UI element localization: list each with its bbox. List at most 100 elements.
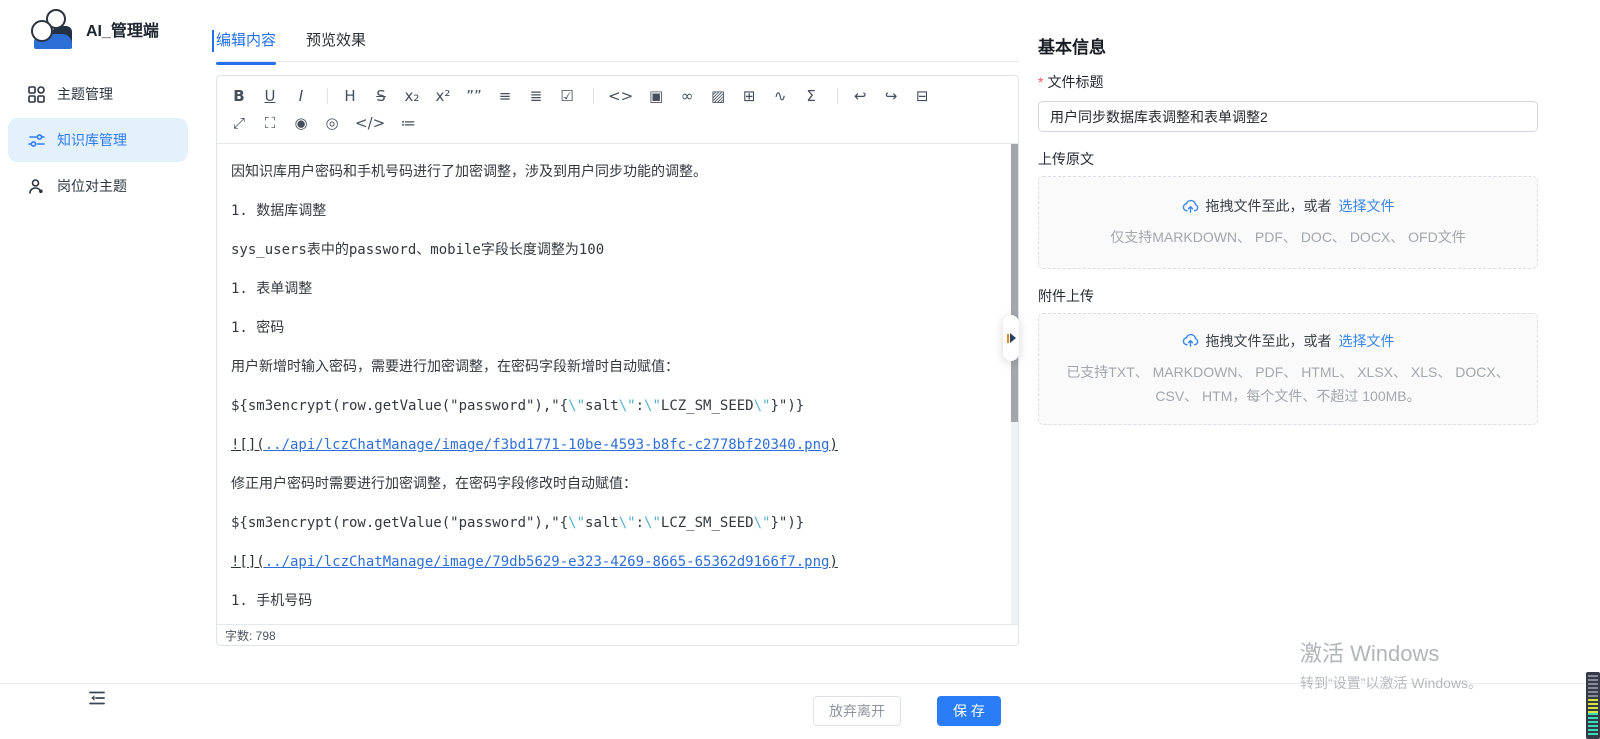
sidebar-item-label: 岗位对主题 bbox=[57, 176, 127, 196]
collapse-sidebar-icon[interactable] bbox=[88, 690, 107, 706]
task-list-icon[interactable]: ☑ bbox=[559, 85, 575, 107]
upload-attachment-hint: 已支持TXT、 MARKDOWN、 PDF、 HTML、 XLSX、 XLS、 … bbox=[1039, 360, 1537, 408]
outline-icon[interactable]: ≔ bbox=[400, 112, 416, 134]
editor-text-segment: \" bbox=[754, 398, 771, 414]
save-icon[interactable]: ⊟ bbox=[914, 85, 930, 107]
tab-label: 预览效果 bbox=[306, 32, 366, 49]
table-icon[interactable]: ⊞ bbox=[741, 85, 757, 107]
underline-icon[interactable]: U bbox=[262, 85, 278, 107]
editor-text-segment: salt bbox=[585, 398, 619, 414]
editor-line[interactable]: 1. 密码 bbox=[231, 309, 988, 348]
tab-edit-content[interactable]: 编辑内容 bbox=[216, 25, 276, 61]
editor-text-segment: }")} bbox=[770, 515, 804, 531]
link-icon[interactable]: ∞ bbox=[679, 85, 695, 107]
editor-line[interactable]: ![](../api/lczChatManage/image/79db5629-… bbox=[231, 543, 988, 582]
tab-preview-effect[interactable]: 预览效果 bbox=[306, 25, 366, 61]
nodes-icon bbox=[28, 132, 45, 149]
blockquote-icon[interactable]: ”” bbox=[466, 85, 482, 107]
editor-text-segment: ![]( bbox=[231, 437, 265, 453]
editor-text-segment: LCZ_SM_SEED bbox=[661, 515, 754, 531]
app-logo bbox=[30, 8, 76, 50]
fullscreen-icon[interactable]: ⛶ bbox=[262, 112, 278, 134]
editor-line[interactable]: 1. 手机号码 bbox=[231, 582, 988, 621]
markdown-image-link[interactable]: ../api/lczChatManage/image/79db5629-e323… bbox=[265, 554, 830, 570]
sidebar-item-post-topic-mapping[interactable]: 岗位对主题 bbox=[8, 164, 188, 208]
discard-button[interactable]: 放弃离开 bbox=[813, 696, 901, 726]
editor-toolbar: BUI HSx₂ x² ”” ≡ ≣ ☑ <> ▣ ∞ ▨ ⊞ ∿ Σ ↩ ↪ ⊟ ⤢ ⛶ ◉ ◎ </> ≔ bbox=[217, 76, 1018, 144]
word-count: 字数: 798 bbox=[217, 624, 1018, 648]
footer-buttons: 放弃离开 保 存 bbox=[813, 696, 1001, 726]
editor-text-segment: LCZ_SM_SEED bbox=[661, 398, 754, 414]
toolbar-row-2: ⤢ ⛶ ◉ ◎ </> ≔ bbox=[231, 112, 1004, 134]
editor-scrollbar-thumb[interactable] bbox=[1011, 144, 1018, 422]
editor-line[interactable]: 因知识库用户密码和手机号码进行了加密调整，涉及到用户同步功能的调整。 bbox=[231, 153, 988, 192]
select-file-link[interactable]: 选择文件 bbox=[1339, 331, 1395, 351]
redo-icon[interactable]: ↪ bbox=[883, 85, 899, 107]
bold-icon[interactable]: B bbox=[231, 85, 247, 107]
upload-drag-text: 拖拽文件至此，或者 bbox=[1206, 196, 1332, 216]
subscript-icon[interactable]: x₂ bbox=[404, 85, 420, 107]
strikethrough-icon[interactable]: S bbox=[373, 85, 389, 107]
upload-attachment-dropzone[interactable]: 拖拽文件至此，或者 选择文件 已支持TXT、 MARKDOWN、 PDF、 HT… bbox=[1038, 313, 1538, 425]
editor-line[interactable]: 用户新增时输入密码，需要进行加密调整，在密码字段新增时自动赋值： bbox=[231, 348, 988, 387]
ordered-list-icon[interactable]: ≣ bbox=[528, 85, 544, 107]
upload-drag-text: 拖拽文件至此，或者 bbox=[1206, 331, 1332, 351]
toolbar-row-1: BUI HSx₂ x² ”” ≡ ≣ ☑ <> ▣ ∞ ▨ ⊞ ∿ Σ ↩ ↪ ⊟ bbox=[231, 85, 1004, 107]
editor-line[interactable]: sys_users表中的password、mobile字段长度调整为100 bbox=[231, 231, 988, 270]
toolbar-divider bbox=[327, 88, 328, 104]
editor-content[interactable]: 因知识库用户密码和手机号码进行了加密调整，涉及到用户同步功能的调整。1. 数据库… bbox=[217, 144, 1018, 624]
editor-line[interactable]: 1. 表单调整 bbox=[231, 270, 988, 309]
collapse-handle-accent bbox=[1007, 334, 1009, 343]
superscript-icon[interactable]: x² bbox=[435, 85, 451, 107]
basic-info-panel: 基本信息 *文件标题 上传原文 拖拽文件至此，或者 选择文件 仅支持MARKDO… bbox=[1038, 25, 1538, 425]
editor-text-segment: \" bbox=[619, 515, 636, 531]
inline-code-icon[interactable]: <> bbox=[608, 85, 633, 107]
editor-line[interactable]: ![](../api/lczChatManage/image/f3bd1771-… bbox=[231, 426, 988, 465]
editor-line[interactable]: ${sm3encrypt(row.getValue("password"),"{… bbox=[231, 387, 988, 426]
image-icon[interactable]: ▨ bbox=[710, 85, 726, 107]
panel-title: 基本信息 bbox=[1038, 33, 1538, 58]
expand-icon[interactable]: ⤢ bbox=[231, 112, 247, 134]
save-button[interactable]: 保 存 bbox=[937, 696, 1001, 726]
tab-label: 编辑内容 bbox=[216, 32, 276, 49]
panel-collapse-handle[interactable] bbox=[1003, 315, 1019, 361]
editor-text-segment: }")} bbox=[770, 398, 804, 414]
editor-line[interactable]: 修正用户密码时需要进行加密调整，在密码字段修改时自动赋值： bbox=[231, 465, 988, 504]
select-file-link[interactable]: 选择文件 bbox=[1339, 196, 1395, 216]
editor-text-segment: ${sm3encrypt(row.getValue("password"),"{ bbox=[231, 398, 568, 414]
markdown-image-link[interactable]: ../api/lczChatManage/image/f3bd1771-10be… bbox=[265, 437, 830, 453]
file-title-input[interactable] bbox=[1038, 101, 1538, 132]
editor-text-segment: ) bbox=[829, 554, 837, 570]
chart-icon[interactable]: ∿ bbox=[772, 85, 788, 107]
editor-text-segment: : bbox=[636, 398, 644, 414]
watermark-line1: 激活 Windows bbox=[1300, 636, 1482, 668]
editor-line[interactable]: 1. 数据库调整 bbox=[231, 192, 988, 231]
bullet-list-icon[interactable]: ≡ bbox=[497, 85, 513, 107]
code-block-icon[interactable]: ▣ bbox=[648, 85, 664, 107]
formula-icon[interactable]: Σ bbox=[803, 85, 819, 107]
sidebar-item-topic-management[interactable]: 主题管理 bbox=[8, 72, 188, 116]
heading-icon[interactable]: H bbox=[342, 85, 358, 107]
source-code-icon[interactable]: </> bbox=[355, 112, 385, 134]
editor-text-segment: ![]( bbox=[231, 554, 265, 570]
chevron-right-icon bbox=[1010, 333, 1016, 343]
editor-text-segment: : bbox=[636, 515, 644, 531]
file-title-label: 文件标题 bbox=[1047, 74, 1103, 90]
italic-icon[interactable]: I bbox=[293, 85, 309, 107]
upload-original-label: 上传原文 bbox=[1038, 149, 1538, 169]
upload-original-dropzone[interactable]: 拖拽文件至此，或者 选择文件 仅支持MARKDOWN、 PDF、 DOC、 DO… bbox=[1038, 176, 1538, 269]
editor-text-segment: \" bbox=[754, 515, 771, 531]
editor-line[interactable]: ${sm3encrypt(row.getValue("password"),"{… bbox=[231, 504, 988, 543]
level-meter-widget bbox=[1586, 672, 1600, 739]
sidebar-item-knowledge-base-management[interactable]: 知识库管理 bbox=[8, 118, 188, 162]
editor-text-segment: \" bbox=[568, 515, 585, 531]
preview-icon[interactable]: ◉ bbox=[293, 112, 309, 134]
upload-drag-row: 拖拽文件至此，或者 选择文件 bbox=[1182, 331, 1395, 351]
preview-focus-icon[interactable]: ◎ bbox=[324, 112, 340, 134]
tab-active-indicator bbox=[216, 62, 276, 65]
editor-scrollbar-track[interactable] bbox=[1011, 144, 1018, 624]
toolbar-divider bbox=[593, 88, 594, 104]
undo-icon[interactable]: ↩ bbox=[852, 85, 868, 107]
file-title-label-row: *文件标题 bbox=[1038, 72, 1538, 92]
user-icon bbox=[28, 178, 45, 195]
